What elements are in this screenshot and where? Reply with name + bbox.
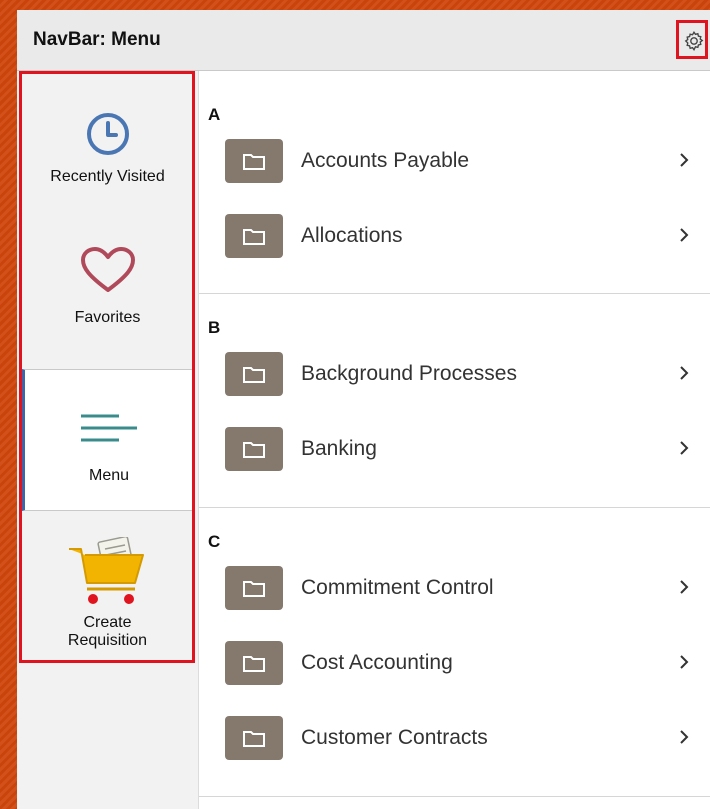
group-letter-b: B bbox=[208, 318, 221, 337]
sidebar-item-menu[interactable]: Menu bbox=[22, 369, 193, 511]
folder-tile bbox=[225, 427, 283, 471]
chevron-right-icon bbox=[680, 730, 689, 744]
menu-item-commitment-control[interactable]: Commitment Control bbox=[199, 566, 710, 626]
sidebar-item-label: Recently Visited bbox=[50, 168, 165, 185]
folder-tile bbox=[225, 716, 283, 760]
navbar-header: NavBar: Menu bbox=[17, 10, 710, 71]
menu-item-label: Commitment Control bbox=[301, 576, 494, 599]
folder-tile bbox=[225, 139, 283, 183]
menu-item-label: Banking bbox=[301, 437, 377, 460]
group-letter-c: C bbox=[208, 532, 221, 551]
folder-icon bbox=[243, 442, 265, 458]
navbar-panel: NavBar: Menu Recently Visited Favorites bbox=[17, 10, 710, 809]
menu-item-label: Background Processes bbox=[301, 362, 517, 385]
folder-icon bbox=[243, 581, 265, 597]
sidebar-item-label-line2: Requisition bbox=[67, 632, 148, 649]
menu-item-background-processes[interactable]: Background Processes bbox=[199, 352, 710, 412]
menu-content: A Accounts Payable Allocations B Backgro… bbox=[199, 71, 710, 809]
folder-icon bbox=[243, 154, 265, 170]
folder-tile bbox=[225, 214, 283, 258]
sidebar-item-favorites[interactable]: Favorites bbox=[22, 236, 193, 356]
navbar-sidebar: Recently Visited Favorites Menu Create R… bbox=[17, 71, 199, 809]
sidebar-item-create-requisition[interactable]: Create Requisition bbox=[22, 521, 193, 661]
folder-icon bbox=[243, 731, 265, 747]
chevron-right-icon bbox=[680, 441, 689, 455]
menu-item-allocations[interactable]: Allocations bbox=[199, 214, 710, 274]
folder-tile bbox=[225, 641, 283, 685]
folder-tile bbox=[225, 566, 283, 610]
menu-item-label: Allocations bbox=[301, 224, 403, 247]
sidebar-item-label: Favorites bbox=[74, 309, 141, 326]
menu-item-label: Accounts Payable bbox=[301, 149, 470, 172]
folder-icon bbox=[243, 656, 265, 672]
group-divider bbox=[199, 507, 710, 508]
shopping-cart-icon bbox=[68, 535, 144, 604]
sidebar-item-label-line1: Create bbox=[83, 614, 132, 631]
menu-item-banking[interactable]: Banking bbox=[199, 427, 710, 487]
navbar-title: NavBar: Menu bbox=[33, 29, 161, 50]
gear-icon bbox=[684, 31, 704, 52]
sidebar-item-label: Menu bbox=[88, 467, 130, 484]
menu-lines-icon bbox=[81, 414, 137, 442]
group-divider bbox=[199, 796, 710, 797]
folder-icon bbox=[243, 229, 265, 245]
chevron-right-icon bbox=[680, 228, 689, 242]
chevron-right-icon bbox=[680, 153, 689, 167]
menu-item-accounts-payable[interactable]: Accounts Payable bbox=[199, 139, 710, 199]
sidebar-item-recently-visited[interactable]: Recently Visited bbox=[22, 91, 193, 211]
menu-item-label: Customer Contracts bbox=[301, 726, 488, 749]
folder-tile bbox=[225, 352, 283, 396]
group-divider bbox=[199, 293, 710, 294]
menu-item-cost-accounting[interactable]: Cost Accounting bbox=[199, 641, 710, 701]
heart-icon bbox=[80, 247, 135, 292]
menu-item-customer-contracts[interactable]: Customer Contracts bbox=[199, 716, 710, 776]
chevron-right-icon bbox=[680, 580, 689, 594]
folder-icon bbox=[243, 367, 265, 383]
chevron-right-icon bbox=[680, 655, 689, 669]
settings-button[interactable] bbox=[676, 20, 708, 59]
clock-icon bbox=[86, 113, 129, 155]
chevron-right-icon bbox=[680, 366, 689, 380]
menu-item-label: Cost Accounting bbox=[301, 651, 453, 674]
group-letter-a: A bbox=[208, 105, 221, 124]
